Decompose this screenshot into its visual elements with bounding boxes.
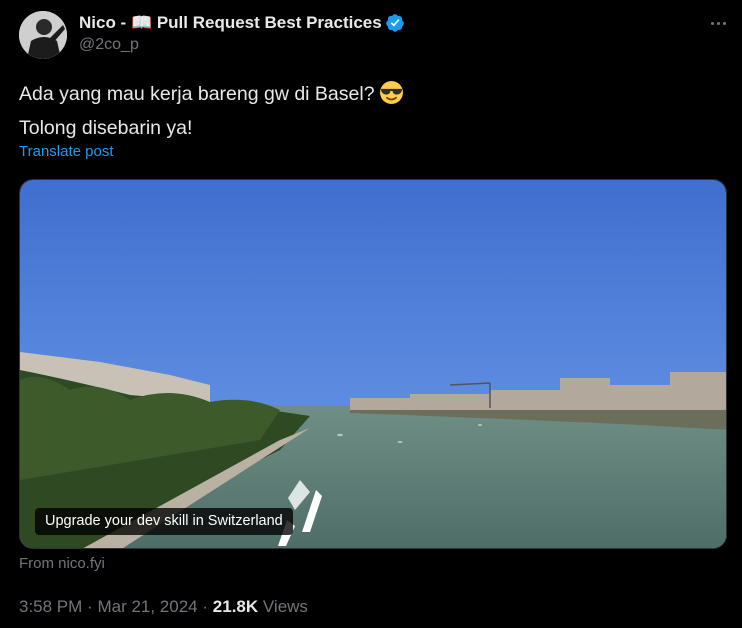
avatar[interactable] <box>19 11 67 59</box>
tweet-header: Nico - 📖 Pull Request Best Practices @2c… <box>19 11 729 63</box>
more-options-icon[interactable] <box>707 15 729 31</box>
media-caption: Upgrade your dev skill in Switzerland <box>35 508 293 535</box>
tweet-text-line-1-content: Ada yang mau kerja bareng gw di Basel? <box>19 83 375 105</box>
tweet-text-line-2: Tolong disebarin ya! <box>19 117 193 139</box>
avatar-image <box>19 11 67 59</box>
separator: · <box>202 597 209 616</box>
separator: · <box>87 597 93 616</box>
translate-post-link[interactable]: Translate post <box>19 143 114 160</box>
views-count[interactable]: 21.8K <box>213 597 258 616</box>
author-handle[interactable]: @2co_p <box>79 36 139 54</box>
tweet-text: Ada yang mau kerja bareng gw di Basel? T… <box>19 80 719 143</box>
tweet-time[interactable]: 3:58 PM <box>19 597 82 616</box>
tweet-text-line-1: Ada yang mau kerja bareng gw di Basel? <box>19 80 719 114</box>
card-source[interactable]: From nico.fyi <box>19 555 105 572</box>
smiling-face-with-sunglasses-icon <box>379 80 404 114</box>
author-display-name[interactable]: Nico - 📖 Pull Request Best Practices <box>79 13 382 33</box>
views-label: Views <box>262 597 308 616</box>
tweet-metadata: 3:58 PM · Mar 21, 2024 · 21.8K Views <box>19 597 308 617</box>
media-card[interactable]: Upgrade your dev skill in Switzerland <box>19 179 727 549</box>
author-name-row[interactable]: Nico - 📖 Pull Request Best Practices <box>79 12 405 34</box>
tweet-date[interactable]: Mar 21, 2024 <box>97 597 197 616</box>
basel-river-photo <box>20 180 726 548</box>
verified-badge-icon[interactable] <box>385 13 405 33</box>
